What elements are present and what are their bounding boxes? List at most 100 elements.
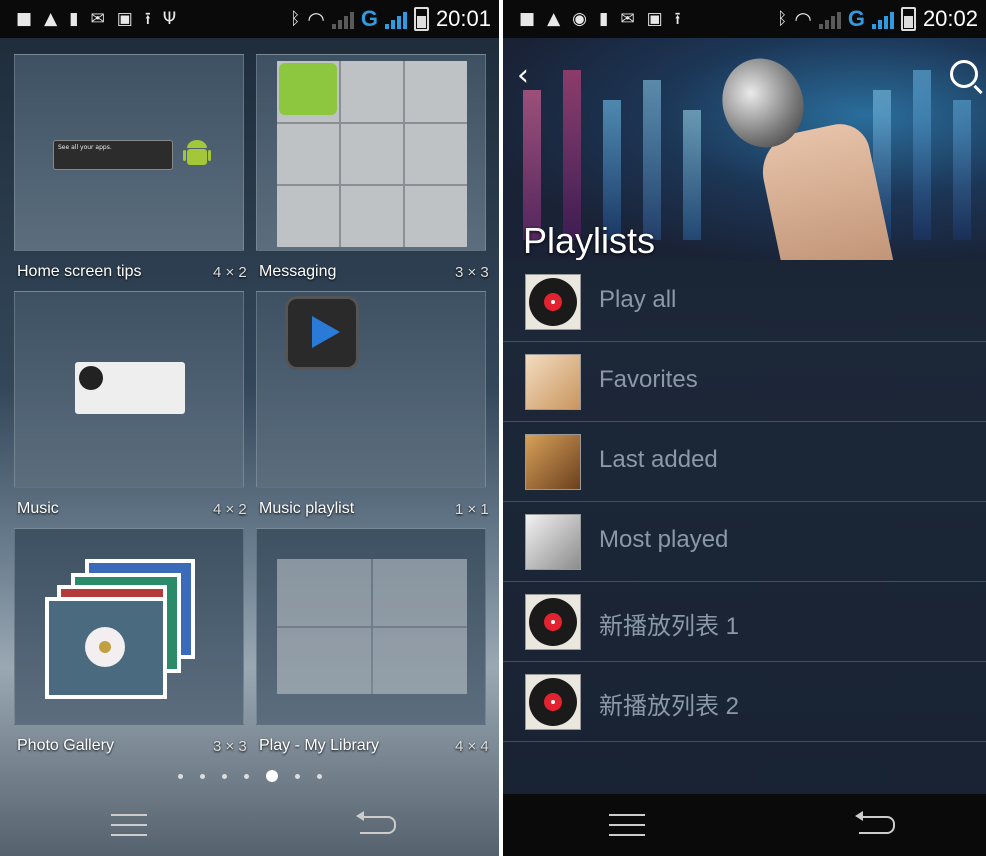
- playlists-screen: ■ ▲ ◉ ▮ ✉ ▣ ⭱ ᛒ ◠ G 20:02 ‹ Playlists Pl…: [503, 0, 986, 856]
- vinyl-icon: [525, 274, 581, 330]
- widget-label: Music playlist: [259, 500, 355, 517]
- widget-label: Music: [17, 500, 59, 517]
- navigation-bar: [0, 794, 499, 856]
- app-notification-icon: ■: [16, 8, 33, 29]
- tip-preview: See all your apps.: [53, 140, 173, 170]
- widget-size: 4 × 2: [213, 264, 247, 281]
- play-icon: [285, 296, 359, 370]
- page-dot-active[interactable]: [265, 770, 278, 782]
- image-icon: ▣: [646, 8, 663, 29]
- navigation-bar: [503, 794, 986, 856]
- widget-play-my-library[interactable]: [256, 528, 486, 725]
- playlist-label: Last added: [599, 446, 718, 473]
- page-dot[interactable]: [177, 773, 183, 779]
- playlist-label: 新播放列表 1: [599, 613, 740, 640]
- page-title: Playlists: [523, 220, 656, 260]
- network-type: G: [360, 6, 378, 31]
- widget-size: 1 × 1: [455, 501, 489, 518]
- sd-card-icon: ▮: [598, 8, 609, 29]
- wifi-icon: ◠: [794, 7, 812, 31]
- widget-photo-gallery[interactable]: [14, 528, 244, 725]
- page-dot[interactable]: [316, 773, 322, 779]
- signal-strength-icon: [871, 9, 894, 29]
- playlist-label: Most played: [599, 526, 729, 553]
- page-dot[interactable]: [243, 773, 249, 779]
- tip-line-1: See all your apps.: [58, 144, 112, 151]
- wifi-icon: ◠: [307, 7, 325, 31]
- menu-icon[interactable]: [609, 814, 645, 836]
- messaging-icon: [279, 63, 337, 115]
- warning-icon: ▲: [547, 8, 561, 29]
- widget-size: 4 × 4: [455, 738, 489, 755]
- widget-size: 3 × 3: [455, 264, 489, 281]
- sync-icon: ◉: [572, 8, 587, 29]
- page-dot[interactable]: [221, 773, 227, 779]
- playlist-item-last-added[interactable]: Last added: [503, 422, 986, 502]
- android-icon: [183, 140, 211, 165]
- signal-icon: [331, 9, 354, 29]
- widget-size: 3 × 3: [213, 738, 247, 755]
- playlist-item-most-played[interactable]: Most played: [503, 502, 986, 582]
- playlist-item-new-1[interactable]: 新播放列表 1: [503, 582, 986, 662]
- usb-icon: Ψ: [162, 8, 177, 29]
- image-icon: ▣: [116, 8, 133, 29]
- book-icon: [277, 559, 371, 626]
- widget-music[interactable]: [14, 291, 244, 488]
- widget-home-screen-tips[interactable]: See all your apps.: [14, 54, 244, 251]
- film-icon: [373, 627, 467, 694]
- vinyl-icon: [525, 594, 581, 650]
- battery-icon: [900, 7, 916, 31]
- clock: 20:02: [922, 6, 978, 31]
- widget-label: Home screen tips: [17, 263, 142, 280]
- playlists-header-image: ‹ Playlists: [503, 38, 986, 260]
- widget-music-playlist[interactable]: [256, 291, 486, 488]
- headphones-icon: [373, 559, 467, 626]
- page-dot[interactable]: [294, 773, 300, 779]
- back-icon[interactable]: [855, 811, 895, 834]
- headphones-girl-thumbnail: [525, 354, 581, 410]
- signal-strength-icon: [384, 9, 407, 29]
- status-bar: ■ ▲ ▮ ✉ ▣ ⭱ Ψ ᛒ ◠ G 20:01: [0, 0, 499, 38]
- playlist-item-favorites[interactable]: Favorites: [503, 342, 986, 422]
- guitar-thumbnail: [525, 434, 581, 490]
- search-icon[interactable]: [950, 60, 978, 88]
- widget-label: Photo Gallery: [17, 737, 114, 754]
- email-icon: ✉: [620, 8, 635, 29]
- app-notification-icon: ■: [519, 8, 536, 29]
- playlist-label: 新播放列表 2: [599, 693, 740, 720]
- vinyl-icon: [525, 674, 581, 730]
- widget-label: Messaging: [259, 263, 337, 280]
- network-type: G: [847, 6, 865, 31]
- back-icon[interactable]: [356, 811, 396, 834]
- app-icon: [277, 627, 371, 694]
- clock: 20:01: [435, 6, 491, 31]
- headphones-thumbnail: [525, 514, 581, 570]
- library-grid-preview: [277, 559, 467, 694]
- signal-icon: [818, 9, 841, 29]
- photo-stack-icon: [45, 559, 195, 699]
- widget-size: 4 × 2: [213, 501, 247, 518]
- widget-messaging[interactable]: [256, 54, 486, 251]
- email-icon: ✉: [90, 8, 105, 29]
- page-indicator[interactable]: [0, 770, 499, 782]
- playlist-item-new-2[interactable]: 新播放列表 2: [503, 662, 986, 742]
- vinyl-icon: [79, 366, 103, 390]
- upload-icon: ⭱: [674, 8, 681, 29]
- bluetooth-icon: ᛒ: [777, 8, 788, 29]
- playlist-label: Favorites: [599, 366, 698, 393]
- sd-card-icon: ▮: [69, 8, 79, 29]
- page-dot[interactable]: [199, 773, 205, 779]
- widget-label: Play - My Library: [259, 737, 380, 754]
- battery-icon: [413, 7, 429, 31]
- bluetooth-icon: ᛒ: [290, 8, 301, 29]
- music-widget-preview: [75, 362, 185, 414]
- back-arrow-icon[interactable]: ‹: [517, 58, 529, 93]
- menu-icon[interactable]: [111, 814, 147, 836]
- widget-picker-screen: ■ ▲ ▮ ✉ ▣ ⭱ Ψ ᛒ ◠ G 20:01 See all your a…: [0, 0, 499, 856]
- warning-icon: ▲: [44, 8, 58, 29]
- status-bar: ■ ▲ ◉ ▮ ✉ ▣ ⭱ ᛒ ◠ G 20:02: [503, 0, 986, 38]
- playlist-list: Play all Favorites Last added Most playe…: [503, 262, 986, 742]
- playlist-label: Play all: [599, 286, 677, 313]
- playlist-item-play-all[interactable]: Play all: [503, 262, 986, 342]
- upload-icon: ⭱: [144, 8, 151, 29]
